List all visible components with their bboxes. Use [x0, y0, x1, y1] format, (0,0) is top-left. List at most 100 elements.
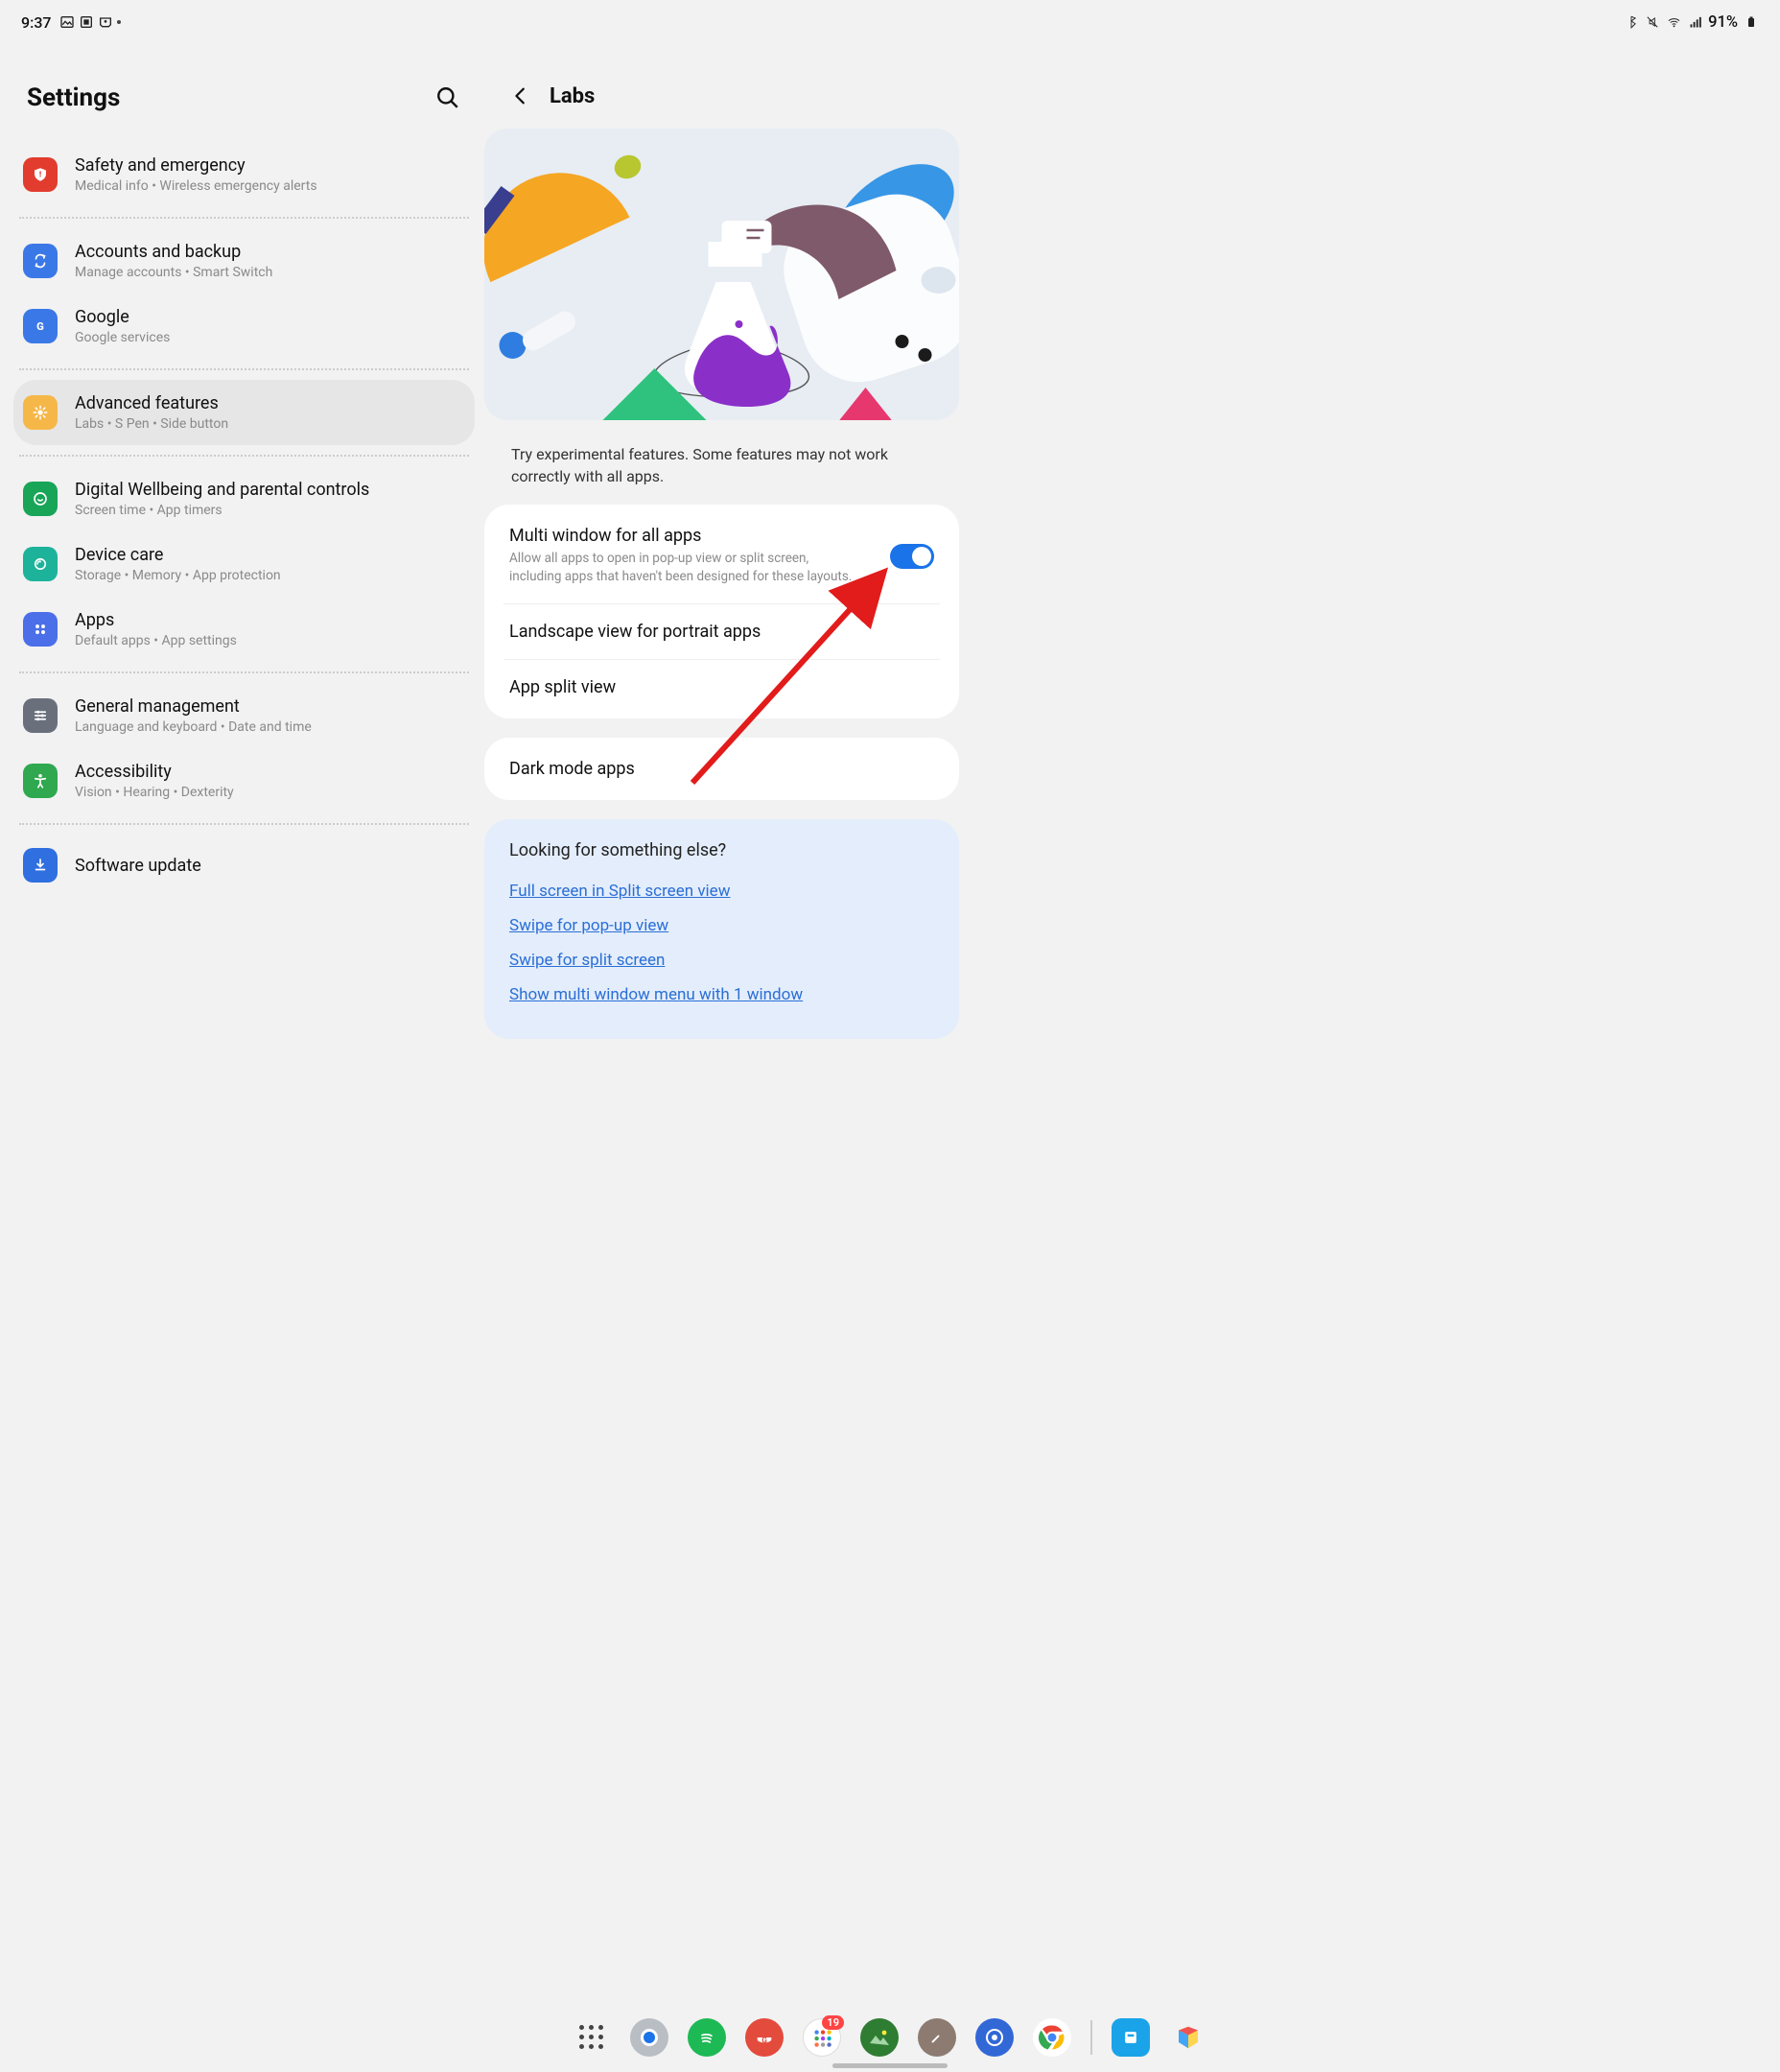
settings-item-accessibility[interactable]: Accessibility Vision • Hearing • Dexterit… [13, 748, 475, 813]
dock-badge: 19 [822, 2015, 844, 2030]
settings-item-apps[interactable]: Apps Default apps • App settings [13, 597, 475, 662]
settings-item-title: Safety and emergency [75, 155, 317, 176]
settings-item-subtitle: Labs • S Pen • Side button [75, 416, 228, 432]
square-icon [79, 14, 94, 30]
dock-recent-2[interactable] [1169, 2018, 1207, 2057]
bluetooth-icon [1624, 14, 1639, 30]
inbox-icon [98, 14, 113, 30]
dock-app-auth[interactable] [975, 2018, 1014, 2057]
settings-item-subtitle: Google services [75, 330, 170, 345]
settings-item-subtitle: Vision • Hearing • Dexterity [75, 785, 234, 800]
settings-item-devicecare[interactable]: Device care Storage • Memory • App protec… [13, 531, 475, 597]
apps-drawer-button[interactable] [573, 2018, 611, 2057]
settings-item-subtitle: Screen time • App timers [75, 503, 369, 518]
dock-divider [1090, 2020, 1092, 2055]
row-title: Dark mode apps [509, 759, 934, 779]
labs-banner-illustration [484, 129, 959, 420]
settings-item-title: Device care [75, 545, 281, 565]
safety-icon: ! [23, 157, 58, 192]
looking-for-something-else: Looking for something else? Full screen … [484, 819, 959, 1039]
software-icon [23, 848, 58, 883]
settings-item-title: Google [75, 307, 170, 327]
dock-app-4[interactable]: 19 [803, 2018, 841, 2057]
group-separator [19, 217, 469, 219]
labs-card-darkmode: Dark mode apps [484, 738, 959, 800]
google-icon: G [23, 309, 58, 343]
search-icon [435, 85, 460, 110]
settings-title: Settings [27, 83, 120, 112]
settings-item-accounts[interactable]: Accounts and backupManage accounts • Sma… [13, 228, 475, 294]
lfse-heading: Looking for something else? [509, 840, 934, 860]
taskbar: G 19 [0, 2018, 1780, 2057]
settings-item-google[interactable]: G Google Google services [13, 294, 475, 359]
settings-item-subtitle: Language and keyboard • Date and time [75, 719, 312, 735]
labs-dark-row-0[interactable]: Dark mode apps [484, 742, 959, 796]
dock-app-3[interactable]: G [745, 2018, 784, 2057]
status-left-icons [59, 14, 121, 30]
dock-app-spotify[interactable] [688, 2018, 726, 2057]
dock-app-gallery[interactable] [860, 2018, 899, 2057]
settings-item-title: Digital Wellbeing and parental controls [75, 480, 369, 500]
labs-row-2[interactable]: App split view [504, 659, 940, 715]
settings-item-title: Accounts and backup [75, 242, 272, 262]
lfse-link-2[interactable]: Swipe for split screen [509, 943, 934, 977]
settings-item-general[interactable]: General management Language and keyboard … [13, 683, 475, 748]
settings-item-subtitle: Medical info • Wireless emergency alerts [75, 178, 317, 194]
advanced-icon [23, 395, 58, 430]
settings-item-software[interactable]: Software update [13, 835, 475, 896]
row-subtitle: Allow all apps to open in pop-up view or… [509, 550, 855, 586]
settings-item-title: Apps [75, 610, 237, 630]
back-button[interactable] [507, 82, 534, 109]
labs-row-0[interactable]: Multi window for all apps Allow all apps … [484, 508, 959, 603]
svg-text:G: G [761, 2037, 767, 2046]
lfse-link-0[interactable]: Full screen in Split screen view [509, 874, 934, 908]
settings-item-title: Accessibility [75, 762, 234, 782]
labs-card-main: Multi window for all apps Allow all apps … [484, 505, 959, 718]
apps-icon [23, 612, 58, 647]
row-title: Landscape view for portrait apps [509, 622, 934, 642]
image-icon [59, 14, 75, 30]
battery-icon [1744, 14, 1759, 30]
settings-item-title: Advanced features [75, 393, 228, 413]
apps-grid-icon [576, 2022, 607, 2053]
settings-item-title: General management [75, 696, 312, 717]
general-icon [23, 698, 58, 733]
labs-pane: Labs [484, 54, 969, 1976]
svg-text:G: G [36, 320, 44, 333]
group-separator [19, 368, 469, 370]
group-separator [19, 455, 469, 457]
wellbeing-icon [23, 482, 58, 516]
accessibility-icon [23, 764, 58, 798]
status-right: 91% [1624, 13, 1759, 32]
devicecare-icon [23, 547, 58, 581]
signal-icon [1687, 14, 1702, 30]
chevron-left-icon [510, 85, 531, 106]
row-title: Multi window for all apps [509, 526, 875, 546]
settings-item-subtitle: Storage • Memory • App protection [75, 568, 281, 583]
dock-recent-1[interactable] [1112, 2018, 1150, 2057]
toggle-switch[interactable] [890, 544, 934, 569]
status-left: 9:37 [21, 13, 121, 32]
settings-item-safety[interactable]: ! Safety and emergency Medical info • Wire… [13, 142, 475, 207]
search-button[interactable] [433, 82, 463, 113]
settings-item-advanced[interactable]: Advanced features Labs • S Pen • Side but… [13, 380, 475, 445]
settings-item-wellbeing[interactable]: Digital Wellbeing and parental controls S… [13, 466, 475, 531]
settings-item-subtitle: Default apps • App settings [75, 633, 237, 648]
settings-pane: Settings ! Safety and emergency Medical in… [0, 54, 484, 1976]
dock-app-1[interactable] [630, 2018, 668, 2057]
dock-app-chrome[interactable] [1033, 2018, 1071, 2057]
labs-title: Labs [550, 84, 595, 108]
status-time: 9:37 [21, 13, 52, 32]
lfse-link-3[interactable]: Show multi window menu with 1 window [509, 977, 934, 1012]
group-separator [19, 671, 469, 673]
row-title: App split view [509, 677, 934, 697]
settings-item-title: Software update [75, 856, 201, 876]
dock-app-notes[interactable] [918, 2018, 956, 2057]
labs-row-1[interactable]: Landscape view for portrait apps [504, 603, 940, 659]
battery-percent: 91% [1708, 13, 1738, 32]
accounts-icon [23, 244, 58, 278]
home-indicator[interactable] [832, 2063, 948, 2068]
lfse-link-1[interactable]: Swipe for pop-up view [509, 908, 934, 943]
svg-text:!: ! [39, 170, 41, 179]
group-separator [19, 823, 469, 825]
